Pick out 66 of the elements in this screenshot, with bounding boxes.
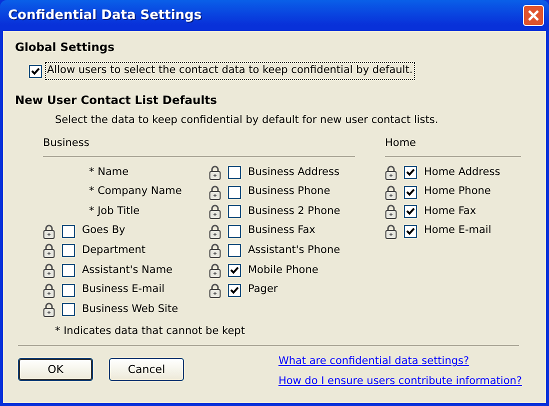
checkbox-label[interactable]: Goes By bbox=[82, 223, 126, 240]
padlock-icon bbox=[385, 165, 397, 180]
field-label: * Job Title bbox=[89, 204, 140, 219]
checkbox-label[interactable]: Business Web Site bbox=[82, 302, 178, 318]
close-icon bbox=[527, 9, 540, 22]
padlock-icon bbox=[43, 263, 55, 278]
instruction-text: Select the data to keep confidential by default for new user contact lists. bbox=[55, 113, 440, 128]
cancel-button[interactable]: Cancel bbox=[109, 358, 184, 382]
checkbox-label[interactable]: Home Fax bbox=[424, 204, 476, 220]
padlock-icon bbox=[209, 282, 221, 298]
checkbox[interactable] bbox=[62, 224, 75, 238]
checkbox-label[interactable]: Business E-mail bbox=[82, 282, 165, 298]
padlock-icon bbox=[385, 204, 397, 220]
padlock-icon bbox=[385, 224, 397, 239]
checkbox-label[interactable]: Business Address bbox=[248, 164, 340, 180]
padlock-icon bbox=[43, 282, 55, 298]
padlock-icon bbox=[209, 263, 221, 278]
checkbox-label[interactable]: Department bbox=[82, 243, 146, 259]
help-link[interactable]: How do I ensure users contribute information? bbox=[278, 374, 522, 390]
checkbox[interactable] bbox=[404, 166, 417, 180]
close-button[interactable] bbox=[523, 5, 544, 26]
window-title: Confidential Data Settings bbox=[8, 6, 202, 25]
field-label: * Company Name bbox=[89, 184, 182, 200]
section-heading: New User Contact List Defaults bbox=[15, 92, 218, 109]
padlock-icon bbox=[43, 224, 55, 239]
checkbox[interactable] bbox=[62, 264, 75, 278]
checkbox[interactable] bbox=[228, 224, 241, 238]
footnote-text: * Indicates data that cannot be kept bbox=[55, 324, 246, 338]
padlock-icon bbox=[209, 204, 221, 220]
checkbox[interactable] bbox=[228, 264, 241, 278]
checkbox[interactable] bbox=[62, 244, 75, 258]
checkbox-label[interactable]: Assistant's Name bbox=[82, 262, 173, 278]
checkbox[interactable] bbox=[404, 224, 417, 238]
checkbox[interactable] bbox=[228, 166, 241, 180]
checkbox-label[interactable]: Mobile Phone bbox=[248, 262, 318, 278]
checkbox-label[interactable]: Assistant's Phone bbox=[248, 243, 340, 259]
padlock-icon bbox=[209, 165, 221, 180]
checkbox[interactable] bbox=[29, 64, 42, 78]
checkbox-label[interactable]: Home E-mail bbox=[424, 223, 492, 240]
checkbox-label[interactable]: Business Phone bbox=[248, 184, 330, 200]
checkbox[interactable] bbox=[62, 303, 75, 316]
checkbox-label[interactable]: Allow users to select the contact data to keep confidential by default. bbox=[46, 63, 414, 79]
checkbox[interactable] bbox=[228, 284, 241, 297]
section-heading: Global Settings bbox=[15, 39, 116, 56]
group-title: Home bbox=[385, 137, 416, 149]
ok-button[interactable]: OK bbox=[18, 358, 93, 382]
padlock-icon bbox=[43, 302, 55, 318]
checkbox[interactable] bbox=[62, 284, 75, 297]
checkbox[interactable] bbox=[228, 205, 241, 218]
group-title: Business bbox=[43, 137, 90, 149]
checkbox-label[interactable]: Business Fax bbox=[248, 223, 316, 240]
checkbox-label[interactable]: Business 2 Phone bbox=[248, 204, 340, 220]
checkbox[interactable] bbox=[404, 205, 417, 218]
checkbox-label[interactable]: Pager bbox=[248, 282, 278, 298]
checkbox[interactable] bbox=[228, 186, 241, 199]
padlock-icon bbox=[209, 224, 221, 239]
field-label: * Name bbox=[89, 164, 129, 180]
help-link[interactable]: What are confidential data settings? bbox=[278, 354, 470, 370]
checkbox[interactable] bbox=[228, 244, 241, 258]
checkbox[interactable] bbox=[404, 186, 417, 199]
padlock-icon bbox=[209, 184, 221, 200]
padlock-icon bbox=[43, 243, 55, 258]
padlock-icon bbox=[209, 243, 221, 258]
padlock-icon bbox=[385, 184, 397, 200]
checkbox-label[interactable]: Home Address bbox=[424, 164, 500, 180]
checkbox-label[interactable]: Home Phone bbox=[424, 184, 491, 200]
